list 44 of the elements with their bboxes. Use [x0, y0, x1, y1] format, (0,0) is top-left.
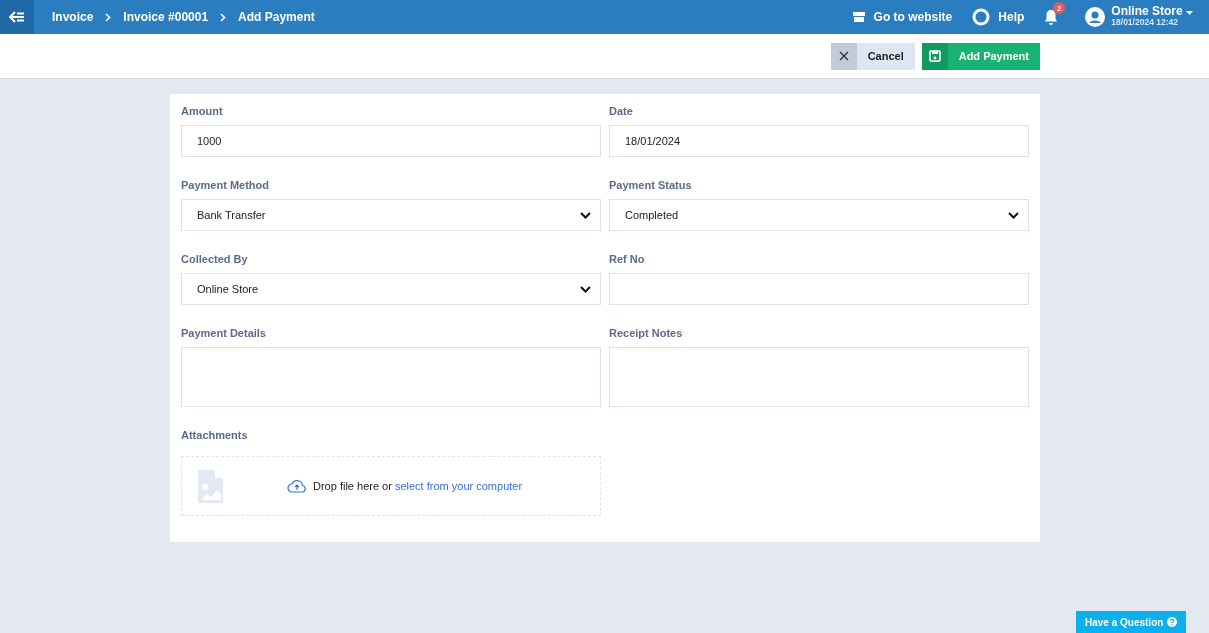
- save-icon: [928, 50, 941, 62]
- field-label: Amount: [181, 105, 224, 118]
- field-label: Collected By: [181, 253, 249, 266]
- close-icon: [838, 51, 849, 61]
- notifications-button[interactable]: 2: [1044, 2, 1066, 25]
- textarea-field[interactable]: [181, 347, 601, 407]
- select-file-link[interactable]: select from your computer: [394, 480, 523, 492]
- input-field[interactable]: 18/01/2024: [609, 125, 1029, 157]
- chevron-right-icon: [105, 12, 112, 22]
- select-dropdown[interactable]: Bank Transfer: [181, 199, 601, 231]
- textarea-field[interactable]: [609, 347, 1029, 407]
- chevron-down-icon: [580, 211, 591, 219]
- cancel-button[interactable]: Cancel: [830, 42, 915, 70]
- field-label: Payment Status: [609, 179, 693, 192]
- drop-instructions: Drop file here or select from your computer: [313, 480, 523, 492]
- input-field[interactable]: [609, 273, 1029, 305]
- breadcrumb-link[interactable]: Invoice: [52, 10, 94, 24]
- website-link[interactable]: Go to website: [851, 10, 953, 24]
- field-label: Receipt Notes: [609, 327, 684, 340]
- bell-icon: [1044, 9, 1059, 25]
- question-icon: [1167, 617, 1178, 627]
- select-dropdown[interactable]: Completed: [609, 199, 1029, 231]
- field-label: Ref No: [609, 253, 646, 266]
- user-avatar-icon: [1085, 7, 1106, 27]
- notification-count: 2: [1053, 2, 1066, 14]
- chevron-down-icon: [1008, 211, 1019, 219]
- chevron-down-icon: [580, 285, 591, 293]
- file-drop-zone[interactable]: Drop file here or select from your computer: [181, 456, 601, 516]
- help-link[interactable]: Help: [972, 8, 1025, 26]
- user-menu[interactable]: Online Store 18/01/2024 12:42: [1085, 6, 1193, 28]
- field-label: Attachments: [181, 429, 249, 442]
- add-payment-button[interactable]: Add Payment: [921, 42, 1040, 70]
- image-file-icon: [198, 469, 223, 503]
- field-label: Payment Details: [181, 327, 267, 340]
- field-label: Payment Method: [181, 179, 270, 192]
- field-label: Date: [609, 105, 634, 118]
- select-dropdown[interactable]: Online Store: [181, 273, 601, 305]
- back-button[interactable]: [0, 0, 34, 34]
- breadcrumb-link[interactable]: Invoice #00001: [123, 10, 209, 24]
- caret-down-icon: [1186, 11, 1193, 15]
- cloud-upload-icon: [287, 479, 307, 493]
- arrow-left-icon: [9, 11, 25, 23]
- chevron-right-icon: [220, 12, 227, 22]
- input-field[interactable]: 1000: [181, 125, 601, 157]
